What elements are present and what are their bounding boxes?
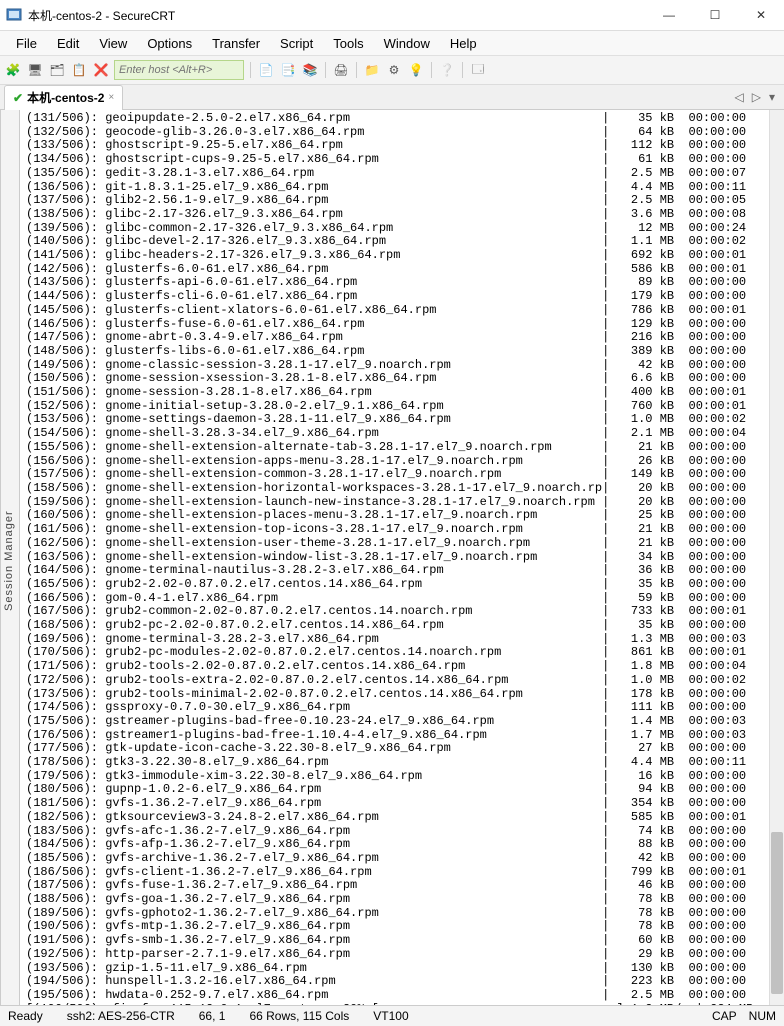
tip-icon[interactable]: 💡 bbox=[407, 61, 425, 79]
scrollbar[interactable] bbox=[769, 110, 784, 1012]
toolbar-separator bbox=[325, 62, 326, 78]
tab-prev-icon[interactable]: ◁ bbox=[732, 90, 747, 104]
status-dimensions: 66 Rows, 115 Cols bbox=[249, 1009, 349, 1023]
status-num: NUM bbox=[749, 1009, 776, 1023]
tab-menu-icon[interactable]: ▾ bbox=[766, 90, 778, 104]
window-title: 本机-centos-2 - SecureCRT bbox=[28, 7, 175, 24]
session-manager-panel[interactable]: Session Manager bbox=[0, 110, 19, 1012]
status-ready: Ready bbox=[8, 1009, 43, 1023]
status-cursor-pos: 66, 1 bbox=[199, 1009, 226, 1023]
disconnect-icon[interactable]: 📋 bbox=[70, 61, 88, 79]
find-icon[interactable]: 📚 bbox=[301, 61, 319, 79]
folder-icon[interactable]: 📁 bbox=[363, 61, 381, 79]
menu-script[interactable]: Script bbox=[272, 34, 321, 53]
tab-next-icon[interactable]: ▷ bbox=[749, 90, 764, 104]
status-cap: CAP bbox=[712, 1009, 737, 1023]
tabs-row: ✔ 本机-centos-2 × ◁ ▷ ▾ bbox=[0, 85, 784, 110]
menu-edit[interactable]: Edit bbox=[49, 34, 87, 53]
scrollbar-thumb[interactable] bbox=[771, 832, 783, 994]
settings-icon[interactable]: ⚙ bbox=[385, 61, 403, 79]
connected-check-icon: ✔ bbox=[13, 91, 23, 105]
menu-help[interactable]: Help bbox=[442, 34, 485, 53]
minimize-button[interactable]: — bbox=[646, 0, 692, 30]
menu-file[interactable]: File bbox=[8, 34, 45, 53]
quick-connect-icon[interactable]: 🧩 bbox=[4, 61, 22, 79]
terminal-container: (131/506): geoipupdate-2.5.0-2.el7.x86_6… bbox=[19, 110, 784, 1012]
tab-nav: ◁ ▷ ▾ bbox=[726, 90, 784, 104]
statusbar: Ready ssh2: AES-256-CTR 66, 1 66 Rows, 1… bbox=[0, 1005, 784, 1026]
app-icon bbox=[6, 7, 22, 23]
help-icon[interactable]: ❔ bbox=[438, 61, 456, 79]
menu-options[interactable]: Options bbox=[139, 34, 200, 53]
titlebar: 本机-centos-2 - SecureCRT — ☐ ✕ bbox=[0, 0, 784, 31]
maximize-button[interactable]: ☐ bbox=[692, 0, 738, 30]
terminal-output[interactable]: (131/506): geoipupdate-2.5.0-2.el7.x86_6… bbox=[20, 110, 770, 1012]
host-input[interactable] bbox=[114, 60, 244, 80]
menu-tools[interactable]: Tools bbox=[325, 34, 371, 53]
connect-icon[interactable]: 🖥 bbox=[26, 61, 44, 79]
print-icon[interactable]: 🖨 bbox=[332, 61, 350, 79]
new-tab-icon[interactable]: 🗔 bbox=[469, 61, 487, 79]
toolbar-separator bbox=[431, 62, 432, 78]
status-encryption: ssh2: AES-256-CTR bbox=[67, 1009, 175, 1023]
toolbar-separator bbox=[250, 62, 251, 78]
toolbar-separator bbox=[462, 62, 463, 78]
status-terminal-type: VT100 bbox=[373, 1009, 408, 1023]
menu-transfer[interactable]: Transfer bbox=[204, 34, 268, 53]
close-button[interactable]: ✕ bbox=[738, 0, 784, 30]
toolbar-separator bbox=[356, 62, 357, 78]
tab-label: 本机-centos-2 bbox=[27, 89, 104, 106]
toolbar: 🧩 🖥 🗂 📋 ❌ 📄 📑 📚 🖨 📁 ⚙ 💡 ❔ 🗔 bbox=[0, 56, 784, 85]
paste-icon[interactable]: 📑 bbox=[279, 61, 297, 79]
reconnect-icon[interactable]: 🗂 bbox=[48, 61, 66, 79]
tab-close-icon[interactable]: × bbox=[108, 92, 114, 103]
menu-window[interactable]: Window bbox=[376, 34, 438, 53]
cancel-icon[interactable]: ❌ bbox=[92, 61, 110, 79]
menubar: File Edit View Options Transfer Script T… bbox=[0, 31, 784, 56]
session-tab[interactable]: ✔ 本机-centos-2 × bbox=[4, 85, 123, 110]
menu-view[interactable]: View bbox=[91, 34, 135, 53]
copy-icon[interactable]: 📄 bbox=[257, 61, 275, 79]
